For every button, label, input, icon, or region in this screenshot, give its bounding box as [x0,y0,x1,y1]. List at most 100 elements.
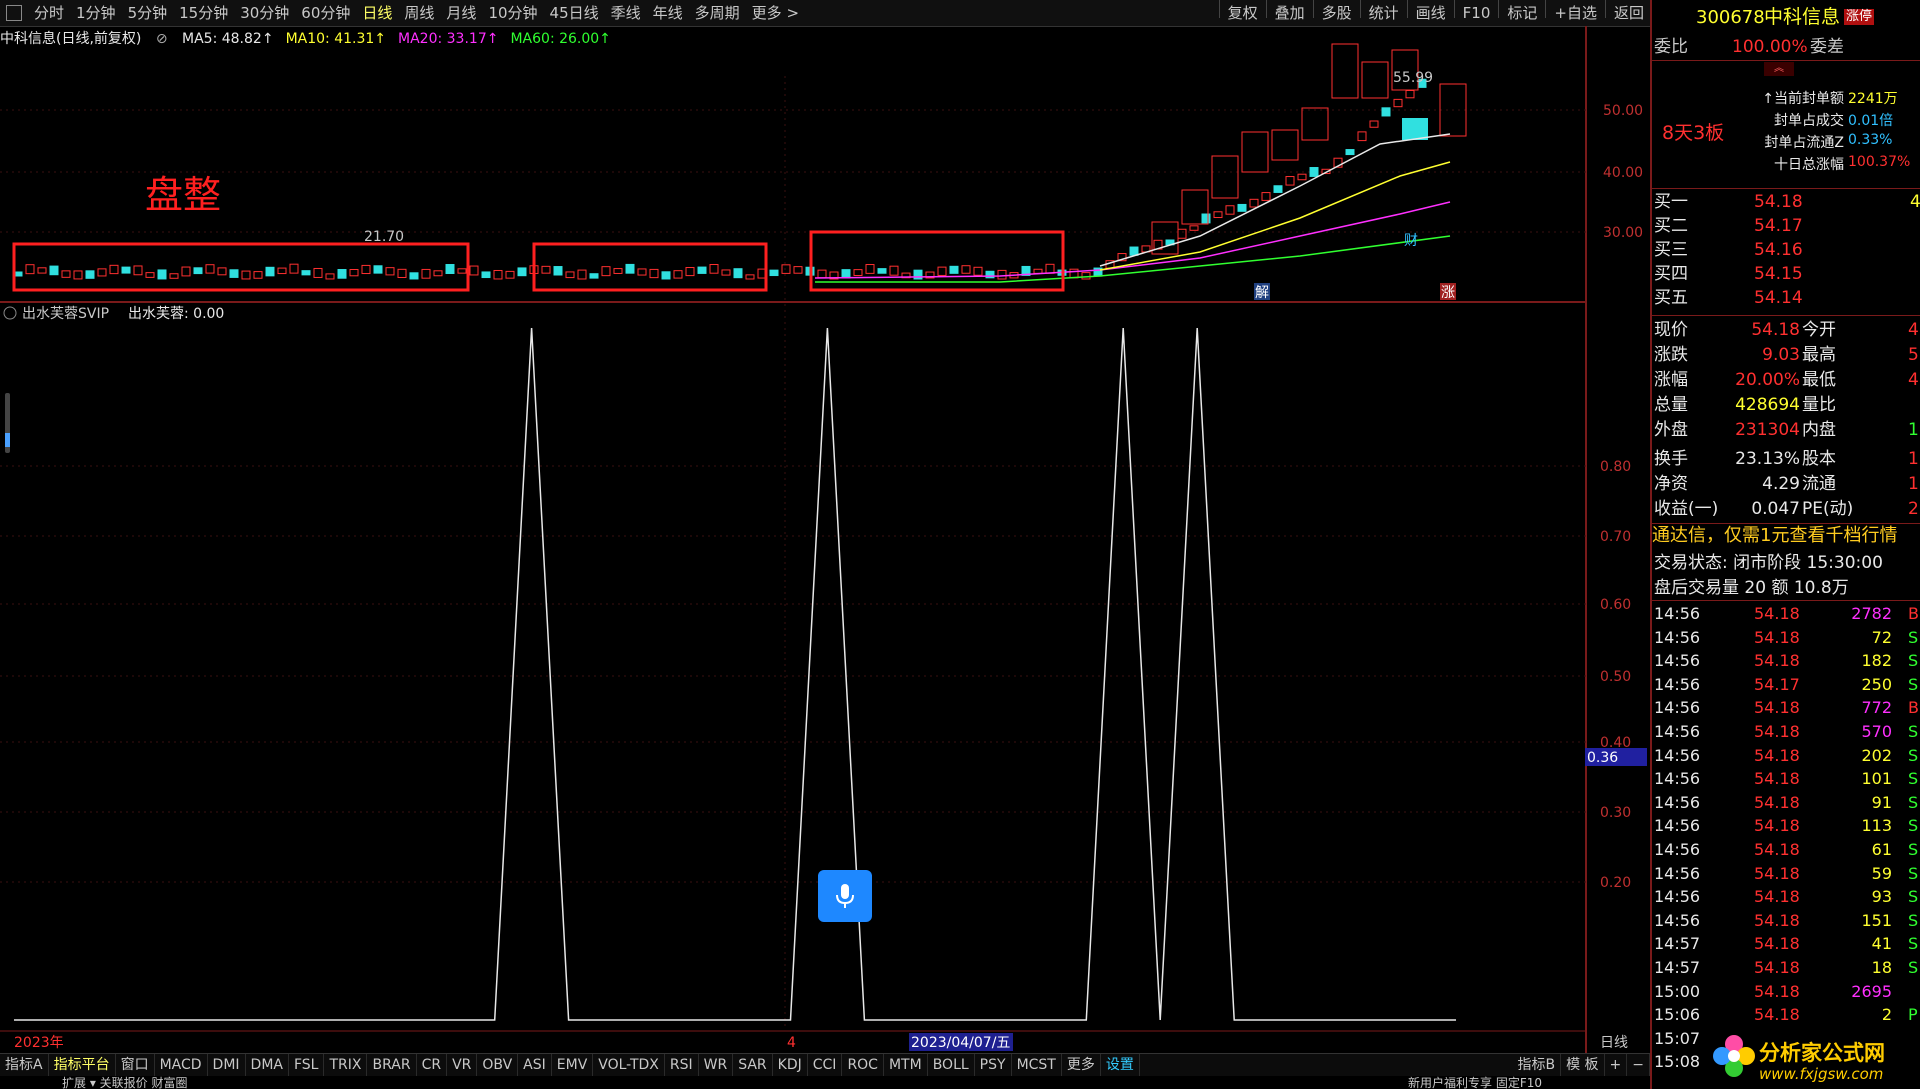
toolbar-action-2[interactable]: 多股 [1316,0,1358,26]
tick-row: 14:56 54.18 72 S [1652,626,1920,649]
bid-row[interactable]: 买四 54.15 [1652,262,1920,287]
period-tab-6[interactable]: 日线 [356,0,398,26]
period-tab-11[interactable]: 季线 [605,0,647,26]
indicator-tab-11[interactable]: OBV [477,1054,519,1076]
toolbar-action-5[interactable]: F10 [1457,0,1497,26]
quote-label: 收益(一) [1654,499,1719,519]
period-tab-8[interactable]: 月线 [440,0,482,26]
bid-row[interactable]: 买三 54.16 [1652,238,1920,263]
indicator-axis-label: 0.70 [1600,529,1631,545]
toolbar-action-6[interactable]: 标记 [1501,0,1543,26]
marker-zhang[interactable]: 涨 [1441,285,1455,301]
period-tab-2[interactable]: 5分钟 [122,0,174,26]
candle [685,267,695,277]
toolbar-separator [1312,0,1314,18]
tick-volume: 202 [1861,745,1892,765]
tick-price: 54.17 [1754,674,1800,694]
period-tab-10[interactable]: 45日线 [544,0,605,26]
indicator-tab-8[interactable]: BRAR [367,1054,417,1076]
marker-cai[interactable]: 财 [1404,233,1418,249]
indicator-tab-17[interactable]: SAR [733,1054,773,1076]
tabbar-right-0[interactable]: 指标B [1512,1054,1562,1076]
indicator-tab-2[interactable]: 窗口 [116,1054,155,1076]
tabbar-right-2[interactable]: + [1605,1054,1628,1076]
toolbar-action-0[interactable]: 复权 [1222,0,1264,26]
window-icon[interactable] [6,5,22,21]
limit-up-tag: 涨停 [1844,9,1875,25]
indicator-tab-9[interactable]: CR [417,1054,448,1076]
bid-row[interactable]: 买一 54.18 4 [1652,190,1920,215]
toolbar-action-8[interactable]: 返回 [1608,0,1650,26]
indicator-tab-14[interactable]: VOL-TDX [593,1054,665,1076]
tabbar-right-1[interactable]: 模 板 [1561,1054,1605,1076]
period-tab-0[interactable]: 分时 [28,0,70,26]
date-axis-cursor: 2023/04/07/五 [911,1035,1010,1051]
indicator-tab-22[interactable]: BOLL [928,1054,975,1076]
candle [289,263,299,274]
period-tab-7[interactable]: 周线 [398,0,440,26]
candle [745,274,755,280]
indicator-tab-10[interactable]: VR [447,1054,478,1076]
toolbar-action-1[interactable]: 叠加 [1269,0,1311,26]
indicator-tab-15[interactable]: RSI [665,1054,699,1076]
period-tab-5[interactable]: 60分钟 [295,0,356,26]
toolbar-action-3[interactable]: 统计 [1363,0,1405,26]
microphone-button[interactable] [818,870,872,922]
tick-price: 54.18 [1754,887,1800,907]
ad-banner[interactable]: 通达信，仅需1元查看千档行情 [1652,523,1920,548]
status-left[interactable]: 扩展 ▾ 关联报价 财富圈 [62,1076,187,1089]
candle [61,270,71,278]
toolbar-action-4[interactable]: 画线 [1410,0,1452,26]
indicator-tab-19[interactable]: CCI [808,1054,843,1076]
collapse-icon[interactable]: ︽ [1764,62,1794,76]
indicator-tab-3[interactable]: MACD [155,1054,208,1076]
tick-volume: 18 [1871,958,1892,977]
candle [133,265,143,276]
indicator-tab-25[interactable]: 更多 [1062,1054,1101,1076]
quote-label: 净资 [1654,474,1688,494]
tick-volume: 570 [1861,722,1892,741]
indicator-tab-18[interactable]: KDJ [773,1054,808,1076]
candle [73,270,83,280]
toolbar-action-7[interactable]: +自选 [1548,0,1603,26]
bid-row[interactable]: 买五 54.14 [1652,286,1920,311]
indicator-tab-1[interactable]: 指标平台 [49,1054,116,1076]
tick-row: 14:56 54.18 101 S [1652,767,1920,790]
indicator-tab-16[interactable]: WR [699,1054,734,1076]
candle [1045,263,1055,274]
candle [1393,98,1403,108]
indicator-tab-20[interactable]: ROC [842,1054,884,1076]
period-tab-4[interactable]: 30分钟 [234,0,295,26]
indicator-tab-4[interactable]: DMI [208,1054,246,1076]
indicator-tab-24[interactable]: MCST [1012,1054,1062,1076]
candle [121,266,131,274]
candle [349,269,359,277]
period-tab-1[interactable]: 1分钟 [70,0,122,26]
candle [1201,213,1211,224]
period-tab-14[interactable]: 更多 > [746,0,805,26]
bid-row[interactable]: 买二 54.17 [1652,214,1920,239]
tabbar-right-3[interactable]: − [1627,1054,1650,1076]
candle [457,268,467,274]
tick-list[interactable]: 14:56 54.18 2782 B 14:56 54.18 72 S 14:56 54.18 18… [1652,600,1920,1071]
period-tab-12[interactable]: 年线 [647,0,689,26]
indicator-tab-6[interactable]: FSL [289,1054,325,1076]
tick-row: 14:56 54.18 93 S [1652,885,1920,908]
indicator-tab-13[interactable]: EMV [552,1054,594,1076]
consolidation-box [12,242,470,292]
period-tab-13[interactable]: 多周期 [689,0,746,26]
indicator-tab-26[interactable]: 设置 [1101,1054,1140,1076]
seal-row: ↑当前封单额 2241万 [1752,88,1920,110]
period-tab-9[interactable]: 10分钟 [482,0,543,26]
indicator-tab-5[interactable]: DMA [246,1054,289,1076]
scroll-handle[interactable] [5,393,10,453]
toolbar-separator [1498,0,1500,18]
marker-jie[interactable]: 解 [1255,285,1269,301]
period-tab-3[interactable]: 15分钟 [173,0,234,26]
indicator-tab-21[interactable]: MTM [884,1054,928,1076]
status-right[interactable]: 新用户福利专享 固定F10 [1408,1076,1542,1089]
indicator-tab-7[interactable]: TRIX [324,1054,368,1076]
indicator-tab-23[interactable]: PSY [975,1054,1012,1076]
indicator-tab-0[interactable]: 指标A [0,1054,49,1076]
indicator-tab-12[interactable]: ASI [518,1054,552,1076]
